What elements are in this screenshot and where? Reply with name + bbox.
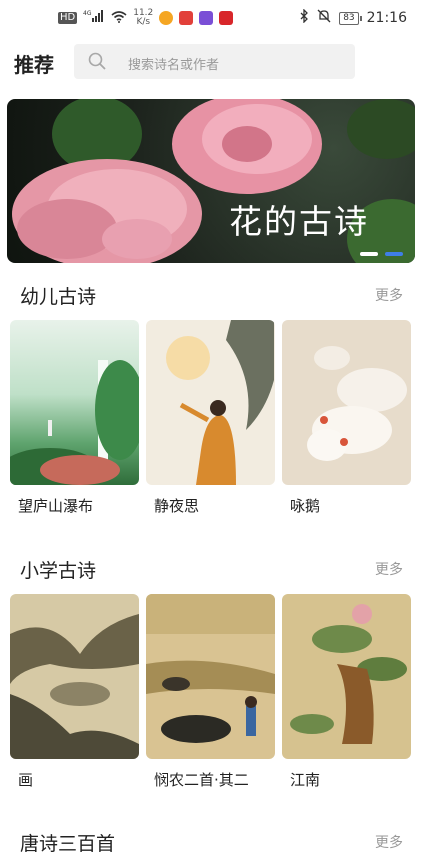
carousel-dot-1[interactable]	[360, 252, 378, 256]
battery-icon: 83	[339, 11, 363, 25]
status-right: 83 21:16	[299, 8, 407, 27]
search-placeholder: 搜索诗名或作者	[128, 58, 220, 73]
more-link-kids[interactable]: 更多	[375, 285, 403, 305]
poem-card-jingyesi[interactable]	[146, 320, 275, 485]
poem-card-label[interactable]: 江南	[290, 769, 320, 790]
more-link-primary[interactable]: 更多	[375, 559, 403, 579]
search-icon	[88, 52, 106, 70]
bluetooth-icon	[299, 8, 309, 27]
section-title-primary: 小学古诗	[20, 560, 97, 582]
banner-title: 花的古诗	[229, 202, 369, 241]
poem-card-label[interactable]: 静夜思	[154, 495, 199, 516]
battery-level: 83	[343, 12, 355, 23]
mic-app-icon	[179, 11, 194, 25]
hd-indicator: HD	[58, 12, 78, 24]
poem-card-label[interactable]: 咏鹅	[290, 495, 320, 516]
purple-app-icon	[199, 11, 214, 25]
more-link-tang[interactable]: 更多	[375, 832, 403, 852]
page-title: 推荐	[14, 53, 54, 77]
carousel-dot-2[interactable]	[385, 252, 403, 256]
banner-carousel[interactable]: 花的古诗	[7, 99, 415, 263]
wifi-icon	[111, 10, 127, 27]
lotus-painting	[290, 604, 407, 744]
mute-bell-icon	[317, 9, 331, 27]
section-title-kids: 幼儿古诗	[20, 286, 97, 308]
svg-text:4G: 4G	[83, 10, 92, 17]
signal-icon: 4G	[83, 9, 105, 27]
red-app-icon	[219, 11, 234, 25]
header: 推荐 搜索诗名或作者	[0, 44, 421, 80]
poem-card-hua[interactable]	[10, 594, 139, 759]
section-title-tang: 唐诗三百首	[20, 833, 116, 855]
weibo-icon	[159, 11, 174, 25]
network-speed-unit: K/s	[136, 17, 151, 27]
moon-night-painting	[166, 320, 274, 485]
poem-card-label[interactable]: 悯农二首·其二	[154, 769, 249, 790]
geese-painting	[307, 346, 407, 461]
poem-card-yonge[interactable]	[282, 320, 411, 485]
poem-card-wanglushan[interactable]	[10, 320, 139, 485]
clock: 21:16	[366, 10, 407, 26]
poem-card-label[interactable]: 画	[18, 769, 33, 790]
poem-card-label[interactable]: 望庐山瀑布	[18, 495, 93, 516]
farming-painting	[146, 594, 275, 743]
poem-card-minnong[interactable]	[146, 594, 275, 759]
waterfall-painting	[10, 360, 139, 485]
poem-card-jiangnan[interactable]	[282, 594, 411, 759]
search-input[interactable]: 搜索诗名或作者	[74, 44, 355, 79]
status-left: HD 4G 11.2 K/s	[58, 9, 234, 27]
status-bar: HD 4G 11.2 K/s 83 21:16	[0, 0, 421, 36]
network-speed: 11.2 K/s	[133, 9, 153, 27]
landscape-painting	[10, 614, 139, 759]
